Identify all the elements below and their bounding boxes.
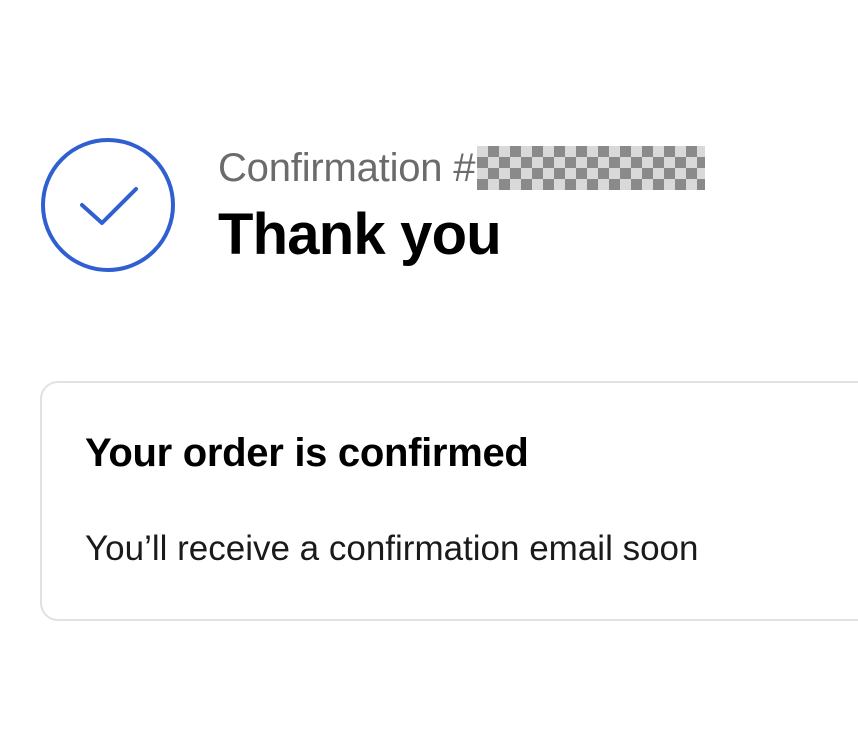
card-body-text: You’ll receive a confirmation email soon: [85, 529, 699, 568]
checkmark-circle-icon: [40, 137, 176, 273]
redacted-confirmation-number: [477, 146, 706, 190]
confirmation-label: Confirmation #: [218, 145, 476, 190]
order-confirmed-card: Your order is confirmed You’ll receive a…: [40, 381, 858, 621]
order-confirmation-page: Confirmation # Thank you Your order is c…: [0, 0, 858, 732]
page-title: Thank you: [218, 202, 502, 267]
card-title: Your order is confirmed: [85, 431, 529, 475]
confirmation-number-line: Confirmation #: [218, 142, 706, 194]
confirmation-header: Confirmation # Thank you: [218, 142, 706, 267]
